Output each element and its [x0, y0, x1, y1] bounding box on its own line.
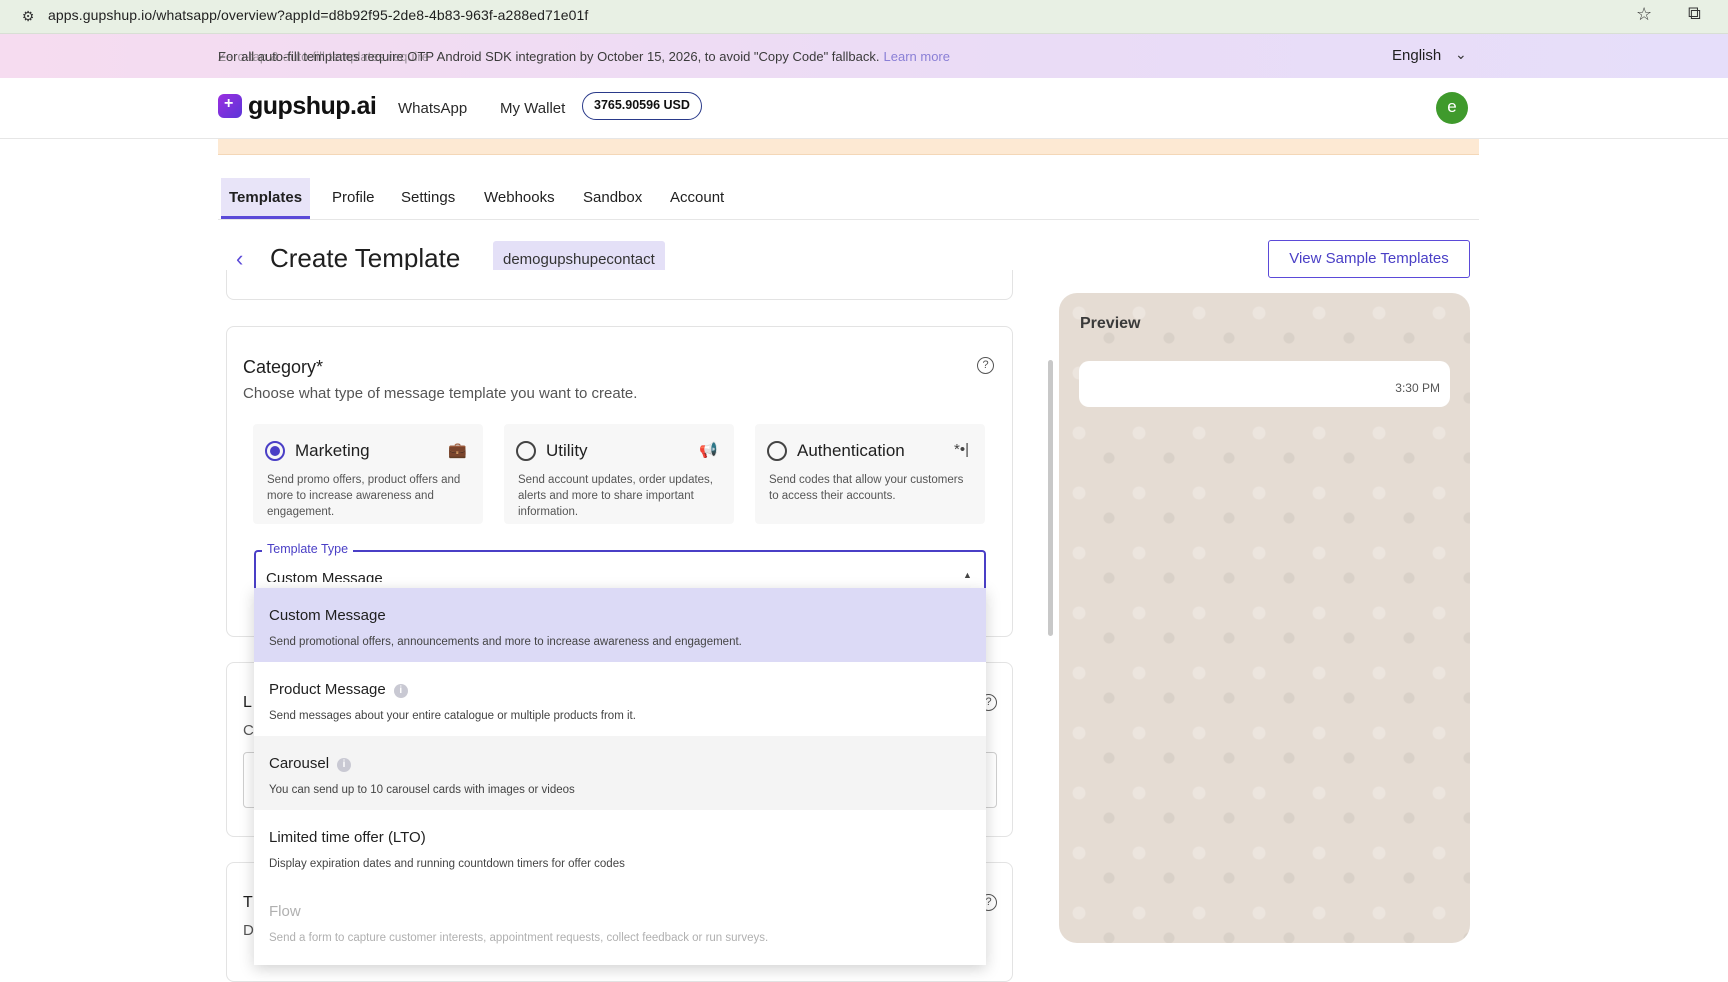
card-title-partial: L — [243, 694, 252, 711]
megaphone-icon: 📢 — [699, 442, 718, 459]
tab-templates[interactable]: Templates — [221, 178, 311, 219]
banner-overlay-text: Zero-tap & auto-fill templates require — [218, 49, 429, 64]
option-description: Display expiration dates and running cou… — [269, 858, 625, 870]
announcement-banner: For all auto-fill templates require OTP … — [0, 34, 1728, 78]
option-description: Send account updates, order updates, ale… — [518, 474, 714, 518]
url-text[interactable]: apps.gupshup.io/whatsapp/overview?appId=… — [48, 7, 588, 23]
option-description: Send messages about your entire catalogu… — [269, 710, 636, 722]
radio-authentication[interactable] — [767, 441, 787, 461]
info-icon[interactable]: i — [393, 684, 408, 698]
category-subtitle: Choose what type of message template you… — [243, 385, 638, 402]
tab-profile[interactable]: Profile — [332, 178, 375, 219]
dropdown-arrow-icon[interactable]: ▲ — [963, 570, 972, 580]
user-avatar[interactable]: e — [1436, 92, 1468, 124]
tab-account[interactable]: Account — [670, 178, 724, 219]
preview-panel: Preview 3:30 PM — [1059, 293, 1470, 943]
tab-sandbox[interactable]: Sandbox — [583, 178, 642, 219]
option-label: Marketing — [295, 441, 370, 460]
option-title: Flow — [269, 903, 301, 920]
category-option-marketing[interactable]: Marketing 💼 Send promo offers, product o… — [253, 424, 483, 524]
back-chevron-icon[interactable]: ‹ — [236, 246, 243, 272]
option-description: Send promotional offers, announcements a… — [269, 636, 742, 648]
option-title: Carousel i — [269, 755, 352, 772]
message-time: 3:30 PM — [1395, 381, 1440, 395]
dropdown-option-product-message[interactable]: Product Message i Send messages about you… — [254, 662, 986, 736]
option-label: Authentication — [797, 441, 905, 460]
info-icon[interactable]: i — [337, 758, 352, 772]
radio-marketing[interactable] — [265, 441, 285, 461]
nav-whatsapp[interactable]: WhatsApp — [398, 100, 467, 117]
dropdown-option-carousel[interactable]: Carousel i You can send up to 10 carousel… — [254, 736, 986, 810]
card-title-partial: T — [243, 894, 253, 911]
logo-text[interactable]: gupshup.ai — [248, 92, 377, 121]
category-option-utility[interactable]: Utility 📢 Send account updates, order up… — [504, 424, 734, 524]
template-type-value[interactable]: Custom Message — [266, 570, 383, 582]
template-type-dropdown: Custom Message Send promotional offers, … — [254, 588, 986, 965]
card-subtitle-partial: C — [243, 722, 254, 739]
learn-more-link[interactable]: Learn more — [884, 49, 950, 64]
form-scrollbar[interactable] — [1048, 360, 1053, 636]
option-description: Send codes that allow your customers to … — [769, 474, 964, 502]
dropdown-option-lto[interactable]: Limited time offer (LTO) Display expirat… — [254, 810, 986, 884]
card-subtitle-partial: D — [243, 922, 254, 939]
view-sample-templates-button[interactable]: View Sample Templates — [1268, 240, 1470, 278]
category-title: Category* — [243, 357, 324, 377]
radio-utility[interactable] — [516, 441, 536, 461]
option-title: Product Message i — [269, 681, 408, 698]
password-icon: *•| — [954, 441, 969, 458]
previous-card — [226, 270, 1013, 300]
option-description: Send a form to capture customer interest… — [269, 932, 769, 944]
option-label: Utility — [546, 441, 588, 460]
option-description: You can send up to 10 carousel cards wit… — [269, 784, 575, 796]
nav-my-wallet[interactable]: My Wallet — [500, 100, 565, 117]
chevron-down-icon[interactable]: ⌄ — [1455, 46, 1467, 63]
tab-webhooks[interactable]: Webhooks — [484, 178, 555, 219]
option-title: Custom Message — [269, 607, 386, 624]
browser-address-bar: ⚙ apps.gupshup.io/whatsapp/overview?appI… — [0, 0, 1728, 34]
tab-bar: Templates Profile Settings Webhooks Sand… — [218, 178, 1479, 220]
extensions-icon[interactable]: ⧉ — [1688, 3, 1701, 24]
bookmark-star-icon[interactable]: ☆ — [1636, 4, 1652, 25]
preview-title: Preview — [1080, 315, 1141, 332]
tab-settings[interactable]: Settings — [401, 178, 455, 219]
gupshup-logo-icon — [218, 94, 242, 118]
message-bubble: 3:30 PM — [1079, 361, 1450, 407]
top-header: gupshup.ai WhatsApp My Wallet 3765.90596… — [0, 78, 1728, 139]
warning-strip — [218, 139, 1479, 155]
option-title: Limited time offer (LTO) — [269, 829, 426, 846]
option-description: Send promo offers, product offers and mo… — [267, 474, 461, 518]
help-icon[interactable]: ? — [977, 357, 994, 374]
dropdown-option-custom-message[interactable]: Custom Message Send promotional offers, … — [254, 588, 986, 662]
category-option-authentication[interactable]: Authentication *•| Send codes that allow… — [755, 424, 985, 524]
wallet-balance-badge[interactable]: 3765.90596 USD — [582, 92, 702, 120]
language-selector[interactable]: English — [1392, 47, 1441, 64]
template-type-label: Template Type — [262, 542, 354, 556]
briefcase-icon: 💼 — [448, 442, 467, 459]
site-settings-icon[interactable]: ⚙ — [18, 6, 38, 26]
dropdown-option-flow: Flow Send a form to capture customer int… — [254, 884, 986, 958]
